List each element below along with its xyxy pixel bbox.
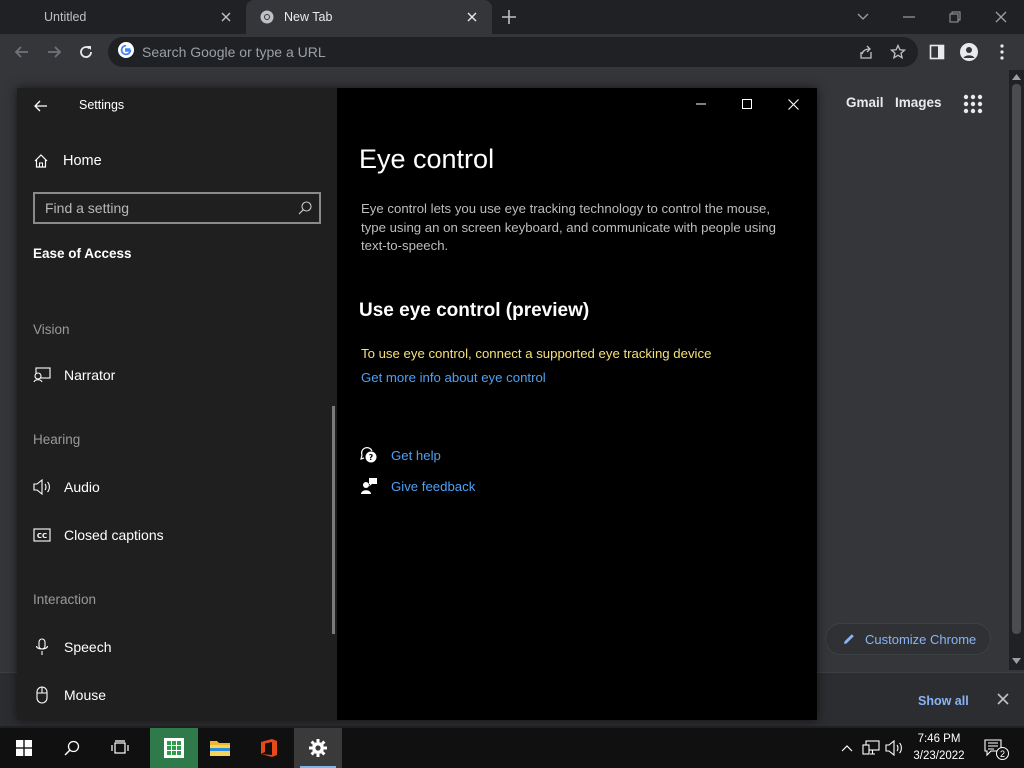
chrome-menu-icon[interactable] xyxy=(991,41,1013,63)
sidebar-scrollbar[interactable] xyxy=(332,406,335,634)
sidebar-item-narrator[interactable]: Narrator xyxy=(33,364,115,386)
network-icon[interactable] xyxy=(861,738,881,758)
omnibox-input[interactable] xyxy=(142,44,822,60)
mouse-icon xyxy=(33,686,51,704)
get-help-label: Get help xyxy=(391,447,441,463)
settings-sidebar: Settings Home Ease of Access Vision Narr… xyxy=(17,88,337,720)
sidebar-item-label: Narrator xyxy=(64,367,116,383)
customize-chrome-label: Customize Chrome xyxy=(865,631,977,647)
section-title: Use eye control (preview) xyxy=(359,300,590,321)
show-all-downloads-button[interactable]: Show all xyxy=(908,688,979,714)
search-icon[interactable] xyxy=(48,728,96,768)
page-description: Eye control lets you use eye tracking te… xyxy=(361,201,776,254)
settings-gear-icon[interactable] xyxy=(294,728,342,768)
close-downloads-bar-icon[interactable] xyxy=(997,692,1013,708)
sidebar-item-audio[interactable]: Audio xyxy=(33,476,100,498)
sidebar-item-speech[interactable]: Speech xyxy=(33,636,111,658)
action-center-notification-icon[interactable]: 2 xyxy=(982,738,1009,760)
settings-window-title: Settings xyxy=(79,98,125,112)
gmail-link[interactable]: Gmail xyxy=(846,95,884,110)
sidebar-item-mouse[interactable]: Mouse xyxy=(33,684,106,706)
restore-icon[interactable] xyxy=(944,6,966,28)
group-heading-vision: Vision xyxy=(33,322,70,337)
tab-untitled[interactable]: Untitled xyxy=(0,0,246,34)
profile-avatar-icon[interactable] xyxy=(958,41,980,63)
pencil-icon xyxy=(842,632,856,646)
tab-close-icon[interactable] xyxy=(218,9,234,25)
browser-toolbar xyxy=(0,34,1024,70)
tab-title: Untitled xyxy=(44,10,87,24)
task-view-icon[interactable] xyxy=(96,728,144,768)
new-tab-plus-icon[interactable] xyxy=(499,7,519,27)
taskbar-app-grid-icon[interactable] xyxy=(150,728,198,768)
taskbar-clock[interactable]: 7:46 PM 3/23/2022 xyxy=(906,731,972,765)
category-heading: Ease of Access xyxy=(33,246,132,261)
sidebar-item-label: Speech xyxy=(64,639,112,655)
forward-arrow-icon[interactable] xyxy=(43,41,65,63)
back-arrow-icon[interactable] xyxy=(31,96,51,116)
settings-window: Settings Home Ease of Access Vision Narr… xyxy=(17,88,817,720)
closed-captions-icon: CC xyxy=(33,526,51,544)
sidebar-item-closed-captions[interactable]: CC Closed captions xyxy=(33,524,164,546)
images-link[interactable]: Images xyxy=(895,95,942,110)
give-feedback-label: Give feedback xyxy=(391,478,476,494)
home-icon xyxy=(34,154,48,168)
show-hidden-icons-chevron-icon[interactable] xyxy=(837,738,857,758)
notification-count-badge: 2 xyxy=(996,747,1009,760)
back-arrow-icon[interactable] xyxy=(11,41,33,63)
svg-text:?: ? xyxy=(369,453,374,462)
minimize-icon[interactable] xyxy=(898,6,920,28)
find-setting-search-box[interactable] xyxy=(33,192,321,224)
chrome-favicon-icon xyxy=(260,10,274,27)
microphone-icon xyxy=(33,638,51,656)
sidebar-item-label: Closed captions xyxy=(64,527,164,543)
get-help-link[interactable]: ? Get help xyxy=(359,444,441,466)
page-title: Eye control xyxy=(359,144,495,174)
give-feedback-link[interactable]: Give feedback xyxy=(359,475,475,497)
narrator-icon xyxy=(33,366,51,384)
desktop-screen: Untitled New Tab Search Google or type a… xyxy=(0,0,1024,768)
give-feedback-icon xyxy=(359,476,379,496)
clock-date: 3/23/2022 xyxy=(913,750,965,762)
google-apps-grid-icon[interactable] xyxy=(963,94,983,114)
share-icon[interactable] xyxy=(856,42,876,62)
tab-close-icon[interactable] xyxy=(464,9,480,25)
start-windows-icon[interactable] xyxy=(0,728,48,768)
office-icon[interactable] xyxy=(245,728,293,768)
sidebar-item-home[interactable]: Home xyxy=(33,150,102,172)
close-window-icon[interactable] xyxy=(990,6,1012,28)
tab-new-tab[interactable]: New Tab xyxy=(246,0,492,34)
reload-icon[interactable] xyxy=(75,41,97,63)
google-g-icon xyxy=(118,41,134,63)
volume-icon[interactable] xyxy=(884,738,904,758)
minimize-icon[interactable] xyxy=(686,94,716,114)
omnibox[interactable] xyxy=(108,37,918,67)
side-panel-icon[interactable] xyxy=(926,41,948,63)
sidebar-item-label: Audio xyxy=(64,479,100,495)
device-warning-text: To use eye control, connect a supported … xyxy=(361,346,712,361)
search-icon[interactable] xyxy=(297,200,313,216)
clock-time: 7:46 PM xyxy=(917,733,961,745)
sidebar-item-label: Mouse xyxy=(64,687,107,703)
customize-chrome-button[interactable]: Customize Chrome xyxy=(825,623,991,655)
tab-title: New Tab xyxy=(284,10,333,24)
sidebar-item-label: Home xyxy=(63,153,102,169)
bookmark-star-icon[interactable] xyxy=(888,42,908,62)
maximize-icon[interactable] xyxy=(732,94,762,114)
page-scrollbar[interactable] xyxy=(1009,70,1024,670)
svg-text:CC: CC xyxy=(37,532,47,540)
speaker-icon xyxy=(33,478,51,496)
browser-tab-strip: Untitled New Tab xyxy=(0,0,1024,34)
page-scrollbar-thumb[interactable] xyxy=(1012,84,1021,634)
get-help-icon: ? xyxy=(359,445,379,465)
tab-search-chevron-icon[interactable] xyxy=(852,6,874,28)
group-heading-interaction: Interaction xyxy=(33,592,97,607)
find-setting-input[interactable] xyxy=(45,200,285,216)
file-explorer-icon[interactable] xyxy=(196,728,244,768)
windows-taskbar: 7:46 PM 3/23/2022 2 xyxy=(0,728,1024,768)
more-info-link[interactable]: Get more info about eye control xyxy=(361,370,546,385)
group-heading-hearing: Hearing xyxy=(33,432,81,447)
eye-control-page: Eye control Eye control lets you use eye… xyxy=(337,88,817,720)
close-icon[interactable] xyxy=(778,94,808,114)
